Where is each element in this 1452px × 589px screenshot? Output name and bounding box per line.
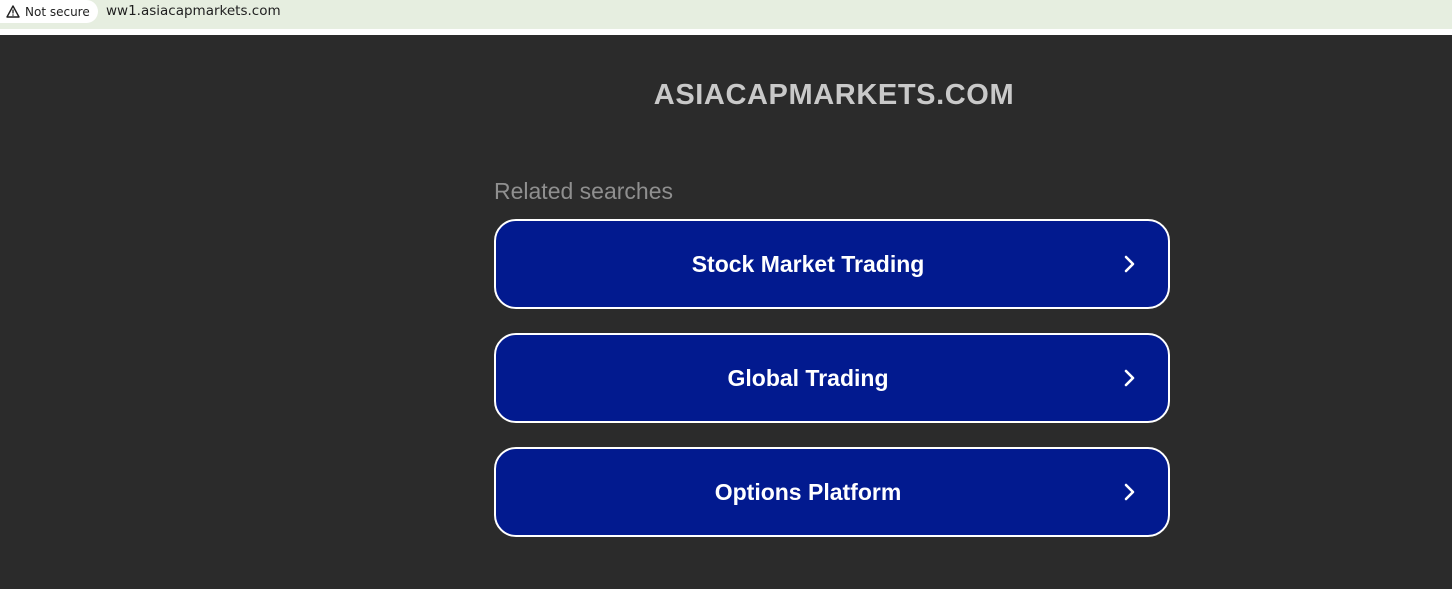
warning-triangle-icon bbox=[6, 5, 20, 18]
security-label: Not secure bbox=[25, 4, 90, 19]
related-search-label: Options Platform bbox=[714, 478, 902, 505]
related-search-label: Stock Market Trading bbox=[691, 250, 925, 277]
security-chip[interactable]: Not secure bbox=[0, 0, 98, 23]
domain-title: ASIACAPMARKETS.COM bbox=[653, 79, 1015, 111]
url-field[interactable]: ww1.asiacapmarkets.com bbox=[106, 3, 281, 19]
chevron-right-icon bbox=[1118, 367, 1140, 389]
address-bar: Not secure ww1.asiacapmarkets.com bbox=[0, 0, 1452, 29]
related-search-global-trading[interactable]: Global Trading bbox=[494, 333, 1170, 423]
related-search-options-platform[interactable]: Options Platform bbox=[494, 447, 1170, 537]
parked-page: ASIACAPMARKETS.COM Related searches Stoc… bbox=[0, 35, 1452, 589]
related-search-stock-market-trading[interactable]: Stock Market Trading bbox=[494, 219, 1170, 309]
chevron-right-icon bbox=[1118, 253, 1140, 275]
related-search-label: Global Trading bbox=[727, 364, 889, 391]
chevron-right-icon bbox=[1118, 481, 1140, 503]
related-searches-label: Related searches bbox=[494, 178, 673, 204]
